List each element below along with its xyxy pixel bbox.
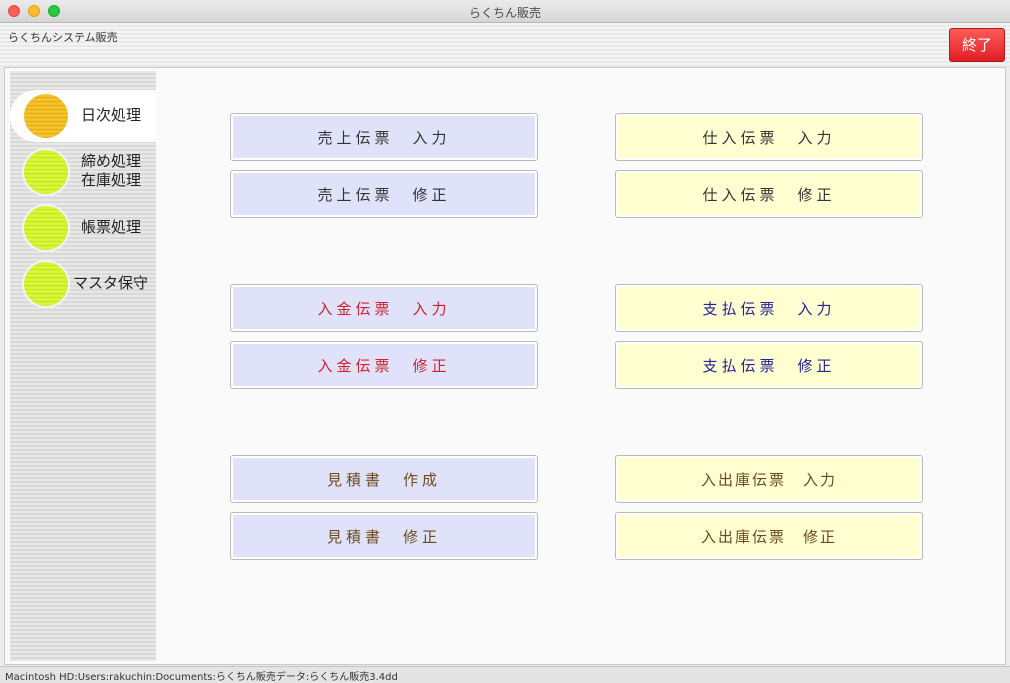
window-title: らくちん販売 (468, 6, 541, 20)
app-header: らくちんシステム販売 終了 (0, 23, 1010, 67)
green-circle-icon (24, 262, 68, 306)
sidebar-item-label: 帳票処理 (81, 218, 142, 236)
sidebar-item-closing-inventory[interactable]: 締め処理 在庫処理 (10, 146, 156, 198)
sidebar-item-master[interactable]: マスタ保守 (10, 258, 156, 310)
purchase-slip-input-button[interactable]: 仕入伝票 入力 (615, 113, 923, 161)
receipt-slip-edit-button[interactable]: 入金伝票 修正 (230, 341, 538, 389)
stock-slip-input-button[interactable]: 入出庫伝票 入力 (615, 455, 923, 503)
receipt-slip-input-button[interactable]: 入金伝票 入力 (230, 284, 538, 332)
purchase-slip-edit-button[interactable]: 仕入伝票 修正 (615, 170, 923, 218)
app-label: らくちんシステム販売 (8, 31, 118, 44)
green-circle-icon (24, 150, 68, 194)
green-circle-icon (24, 206, 68, 250)
sidebar-item-label-line2: 在庫処理 (81, 171, 142, 189)
payment-slip-input-button[interactable]: 支払伝票 入力 (615, 284, 923, 332)
sidebar-item-label: マスタ保守 (73, 274, 149, 292)
file-path: Macintosh HD:Users:rakuchin:Documents:らく… (5, 672, 398, 683)
sidebar-item-daily[interactable]: 日次処理 (10, 90, 156, 142)
sidebar-item-label-line1: 締め処理 (81, 152, 142, 170)
status-bar: Macintosh HD:Users:rakuchin:Documents:らく… (0, 666, 1010, 683)
orange-circle-icon (24, 94, 68, 138)
window-titlebar: らくちん販売 (0, 0, 1010, 23)
payment-slip-edit-button[interactable]: 支払伝票 修正 (615, 341, 923, 389)
estimate-create-button[interactable]: 見積書 作成 (230, 455, 538, 503)
sales-slip-input-button[interactable]: 売上伝票 入力 (230, 113, 538, 161)
sidebar-item-reports[interactable]: 帳票処理 (10, 202, 156, 254)
sidebar-item-label: 日次処理 (81, 106, 142, 124)
stock-slip-edit-button[interactable]: 入出庫伝票 修正 (615, 512, 923, 560)
estimate-edit-button[interactable]: 見積書 修正 (230, 512, 538, 560)
sales-slip-edit-button[interactable]: 売上伝票 修正 (230, 170, 538, 218)
quit-button[interactable]: 終了 (949, 28, 1005, 62)
